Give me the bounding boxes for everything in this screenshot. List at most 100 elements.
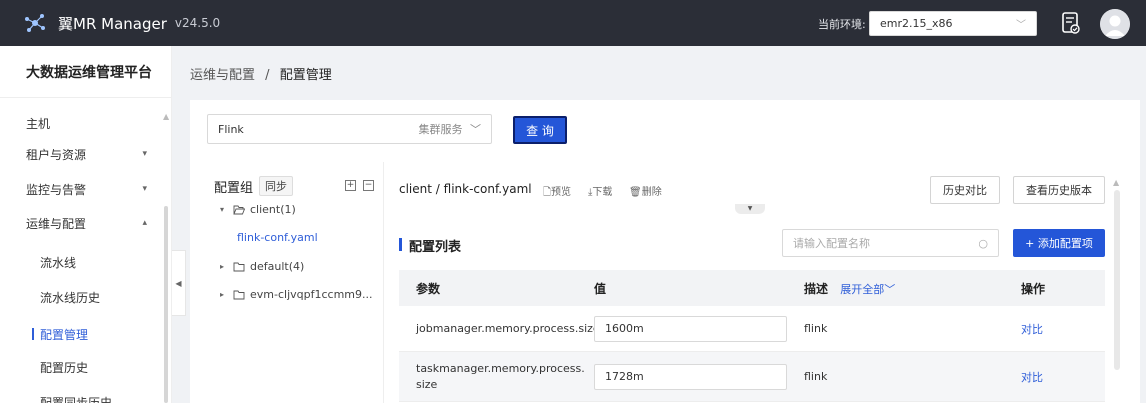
sidebar-item-pipeline[interactable]: 流水线 (0, 251, 165, 273)
sync-button[interactable]: 同步 (259, 176, 294, 196)
chevron-down-icon: ﹀ (1016, 20, 1026, 31)
col-value: 值 (594, 281, 607, 296)
sidebar-item-label: 运维与配置 (26, 216, 87, 231)
view-history-button[interactable]: 查看历史版本 (1013, 176, 1105, 204)
tree-node-default[interactable]: ▸ default(4) (220, 260, 304, 273)
compare-link[interactable]: 对比 (1021, 323, 1043, 336)
service-filter-value: Flink (218, 122, 244, 136)
caret-up-icon: ▴ (142, 218, 147, 228)
breadcrumb-current: 配置管理 (279, 68, 332, 83)
col-desc: 描述 展开全部﹀ (804, 281, 896, 296)
tree-node-evm[interactable]: ▸ evm-cljvqpf1ccmm9... (220, 288, 372, 301)
chevron-down-icon: ﹀ (884, 282, 896, 296)
table-header: 参数 值 描述 展开全部﹀ 操作 (399, 270, 1105, 306)
sidebar-item-ops[interactable]: 运维与配置 ▴ (0, 212, 165, 234)
sidebar-item-label: 配置同步历史 (40, 395, 113, 403)
env-select[interactable]: emr2.15_x86 ﹀ (869, 11, 1037, 36)
value-cell: 1728m (594, 363, 804, 390)
env-label: 当前环境: (818, 18, 866, 31)
scroll-up-icon[interactable]: ▲ (1113, 178, 1119, 187)
expand-all-icon[interactable]: + (345, 180, 356, 191)
tree-node-flink-conf[interactable]: flink-conf.yaml (237, 231, 318, 244)
sidebar-item-label: 流水线 (40, 255, 77, 270)
collapse-all-icon[interactable]: − (363, 180, 374, 191)
delete-action[interactable]: 🗑删除 (629, 183, 662, 198)
caret-down-icon: ▾ (142, 184, 147, 194)
config-group-title: 配置组 (214, 180, 254, 196)
folder-open-icon (233, 205, 245, 214)
panel-divider (383, 162, 384, 403)
history-compare-button[interactable]: 历史对比 (930, 176, 1000, 204)
desc-cell: flink (804, 370, 828, 383)
service-filter-label: 集群服务 ﹀ (418, 123, 482, 136)
caret-left-icon: ◀ (175, 278, 182, 288)
caret-down-icon: ▾ (142, 149, 147, 159)
app-version: v24.5.0 (174, 16, 221, 30)
sidebar-item-label: 监控与告警 (26, 182, 87, 197)
preview-action[interactable]: 🗋预览 (543, 183, 571, 202)
config-search[interactable]: ○ (782, 229, 999, 257)
search-icon[interactable]: ○ (978, 237, 988, 250)
config-list-title: 配置列表 (399, 236, 461, 255)
chevron-down-icon: ﹀ (470, 123, 481, 136)
caret-down-icon: ▾ (220, 205, 225, 214)
sidebar: 大数据运维管理平台 ▲ 主机 租户与资源 ▾ 监控与告警 ▾ 运维与配置 ▴ 流… (0, 46, 172, 403)
tree-node-label: default(4) (250, 260, 305, 273)
config-search-input[interactable] (793, 236, 953, 250)
col-action: 操作 (1021, 281, 1046, 296)
main-panel: Flink 集群服务 ﹀ 查 询 配置组 同步 + − ▾ client(1) … (190, 100, 1140, 403)
value-cell: 1600m (594, 315, 804, 342)
avatar[interactable] (1100, 9, 1130, 39)
sidebar-scrollbar[interactable] (164, 206, 168, 403)
folder-icon (233, 290, 245, 299)
param-cell: taskmanager.memory.process.size (416, 361, 585, 391)
tree-node-label: flink-conf.yaml (237, 231, 318, 244)
service-filter[interactable]: Flink 集群服务 ﹀ (207, 114, 492, 144)
breadcrumb-parent[interactable]: 运维与配置 (190, 68, 255, 83)
caret-right-icon: ▸ (220, 290, 225, 299)
desc-cell: flink (804, 322, 828, 335)
compare-link[interactable]: 对比 (1021, 371, 1043, 384)
document-check-icon[interactable] (1061, 11, 1081, 35)
file-icon: 🗋 (543, 187, 552, 198)
config-table: 参数 值 描述 展开全部﹀ 操作 jobmanager.memory.proce… (399, 270, 1105, 402)
sidebar-item-config-management[interactable]: 配置管理 (0, 321, 165, 347)
sidebar-item-tenants[interactable]: 租户与资源 ▾ (0, 143, 165, 165)
tree-node-label: evm-cljvqpf1ccmm9... (250, 288, 373, 301)
table-row: taskmanager.memory.process.size 1728m fl… (399, 352, 1105, 402)
breadcrumb-separator: / (265, 68, 270, 83)
sidebar-item-config-history[interactable]: 配置历史 (0, 356, 165, 378)
table-row: jobmanager.memory.process.size 1600m fli… (399, 306, 1105, 352)
logo-icon (22, 10, 48, 36)
sidebar-item-pipeline-history[interactable]: 流水线历史 (0, 286, 165, 308)
sidebar-item-hosts[interactable]: 主机 (0, 112, 165, 134)
app-name: 翼MR Manager (58, 14, 167, 33)
tree-node-label: client(1) (250, 203, 296, 216)
folder-icon (233, 262, 245, 271)
platform-title: 大数据运维管理平台 (0, 46, 171, 98)
file-path: client / flink-conf.yaml (399, 182, 532, 196)
sidebar-item-label: 租户与资源 (26, 147, 87, 162)
env-value: emr2.15_x86 (880, 17, 953, 30)
caret-right-icon: ▸ (220, 262, 225, 271)
breadcrumb: 运维与配置 / 配置管理 (190, 64, 332, 83)
expand-all-link[interactable]: 展开全部﹀ (840, 283, 895, 296)
content-scrollbar[interactable] (1114, 190, 1120, 370)
top-bar: 翼MR Manager v24.5.0 当前环境: emr2.15_x86 ﹀ (0, 0, 1146, 46)
sidebar-item-label: 配置管理 (40, 327, 89, 342)
download-action[interactable]: ⤓下载 (588, 183, 612, 198)
param-cell: jobmanager.memory.process.size (416, 322, 600, 335)
value-input[interactable]: 1600m (594, 315, 787, 342)
collapse-toggle-icon[interactable]: ▼ (735, 204, 765, 214)
sidebar-item-label: 流水线历史 (40, 290, 101, 305)
sidebar-item-monitoring[interactable]: 监控与告警 ▾ (0, 178, 165, 200)
sidebar-collapse-button[interactable]: ◀ (172, 250, 186, 316)
trash-icon: 🗑 (629, 187, 642, 198)
add-config-button[interactable]: + 添加配置项 (1013, 229, 1105, 257)
sidebar-item-sync-history[interactable]: 配置同步历史 (0, 391, 165, 403)
col-param: 参数 (416, 281, 441, 296)
query-button[interactable]: 查 询 (513, 116, 567, 144)
value-input[interactable]: 1728m (594, 363, 787, 390)
sidebar-item-label: 配置历史 (40, 360, 89, 375)
tree-node-client[interactable]: ▾ client(1) (220, 203, 296, 216)
